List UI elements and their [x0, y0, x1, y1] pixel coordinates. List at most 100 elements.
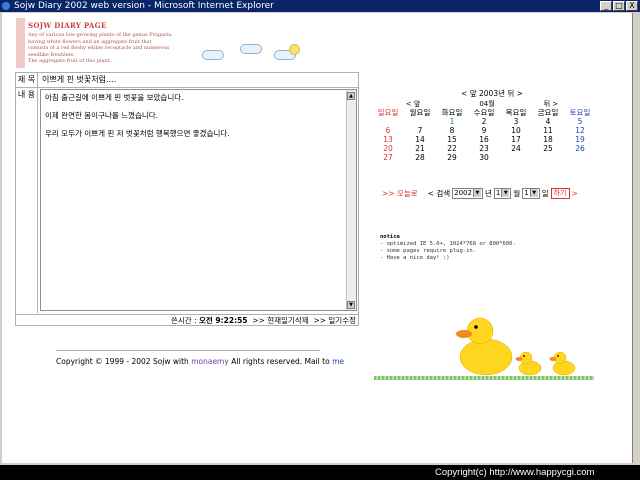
- diary-content-textarea[interactable]: 아침 출근길에 이쁘게 핀 벗꽃을 보았습니다. 이제 완연한 봄이구나를 느꼈…: [40, 89, 357, 311]
- author-link[interactable]: monaemy: [191, 357, 229, 366]
- window-scrollbar[interactable]: [632, 13, 638, 463]
- copyright-text: All rights reserved. Mail to: [231, 357, 330, 366]
- written-time: 오전 9:22:55: [199, 316, 248, 325]
- weekday-label: 일요일: [377, 108, 399, 117]
- calendar-week: 20 21 22 23 24 25 26: [372, 144, 600, 153]
- copyright-overlay: Copyright(c) http://www.happycgi.com: [435, 465, 640, 480]
- calendar-day[interactable]: 11: [532, 126, 564, 135]
- calendar-day[interactable]: 26: [564, 144, 596, 153]
- calendar-day[interactable]: 28: [404, 153, 436, 162]
- notice: notice - optimized IE 5.0+, 1024*768 or …: [380, 234, 516, 262]
- calendar-grid: 일요일 월요일 화요일 수요일 목요일 금요일 토요일 1 2 3 4 5 6 …: [372, 108, 600, 162]
- calendar-day[interactable]: 29: [436, 153, 468, 162]
- duck-icon: [456, 317, 576, 376]
- notice-title: notice: [380, 234, 400, 240]
- calendar-day[interactable]: 5: [564, 117, 596, 126]
- calendar-day[interactable]: 19: [564, 135, 596, 144]
- calendar-day[interactable]: 12: [564, 126, 596, 135]
- today-link[interactable]: >> 오늘로: [382, 188, 418, 199]
- month-select[interactable]: 1 ▼: [493, 188, 512, 199]
- calendar-day[interactable]: 6: [372, 126, 404, 135]
- calendar-day[interactable]: 17: [500, 135, 532, 144]
- calendar-day[interactable]: 3: [500, 117, 532, 126]
- calendar-day[interactable]: 13: [372, 135, 404, 144]
- calendar-day[interactable]: 20: [372, 144, 404, 153]
- calendar-day[interactable]: 21: [404, 144, 436, 153]
- written-time-label: 쓴시간 :: [170, 316, 197, 325]
- weekday-label: 토요일: [569, 108, 591, 117]
- calendar-day[interactable]: 4: [532, 117, 564, 126]
- calendar-day[interactable]: 27: [372, 153, 404, 162]
- minimize-button[interactable]: _: [600, 1, 612, 11]
- maximize-button[interactable]: □: [613, 1, 625, 11]
- weekday-label: 목요일: [505, 108, 527, 117]
- calendar-day[interactable]: 25: [532, 144, 564, 153]
- title-label: 제 목: [16, 73, 38, 87]
- weekday-label: 수요일: [473, 108, 495, 117]
- textarea-scrollbar[interactable]: ▲ ▼: [346, 90, 356, 310]
- mail-link[interactable]: me: [332, 357, 344, 366]
- calendar-day[interactable]: 15: [436, 135, 468, 144]
- weekday-label: 금요일: [537, 108, 559, 117]
- scroll-up-icon[interactable]: ▲: [347, 92, 355, 100]
- calendar-day[interactable]: 22: [436, 144, 468, 153]
- cloud-icon: [240, 44, 262, 54]
- banner-title: SOJW DIARY PAGE: [28, 21, 107, 30]
- ducks-illustration: [374, 313, 594, 383]
- day-select[interactable]: 1 ▼: [522, 188, 540, 199]
- calendar-day[interactable]: [404, 117, 436, 126]
- calendar-day[interactable]: [500, 153, 532, 162]
- calendar-week: 1 2 3 4 5: [372, 117, 600, 126]
- scroll-down-icon[interactable]: ▼: [347, 301, 355, 309]
- calendar-day[interactable]: 7: [404, 126, 436, 135]
- weekday-label: 월요일: [409, 108, 431, 117]
- calendar-day[interactable]: 16: [468, 135, 500, 144]
- go-button[interactable]: 하기: [550, 188, 570, 199]
- calendar-day[interactable]: 14: [404, 135, 436, 144]
- calendar-day[interactable]: [532, 153, 564, 162]
- calendar-day[interactable]: 24: [500, 144, 532, 153]
- calendar-day[interactable]: [372, 117, 404, 126]
- copyright: Copyright © 1999 - 2002 Sojw with monaem…: [56, 357, 344, 366]
- content-line: [45, 102, 356, 111]
- calendar-day[interactable]: 1: [436, 117, 468, 126]
- banner: SOJW DIARY PAGE Any of various low-growi…: [16, 18, 216, 73]
- banner-text: Any of various low-growing plants of the…: [28, 32, 173, 64]
- title-row: 제 목 이쁘게 핀 벗꽃처럼....: [16, 73, 358, 88]
- calendar-day[interactable]: 10: [500, 126, 532, 135]
- diary-entry: 제 목 이쁘게 핀 벗꽃처럼.... 내 용 아침 출근길에 이쁘게 핀 벗꽃을…: [15, 72, 359, 326]
- browser-window: Sojw Diary 2002 web version - Microsoft …: [0, 0, 640, 465]
- close-button[interactable]: X: [626, 1, 638, 11]
- copyright-text: Copyright © 1999 - 2002 Sojw with: [56, 357, 189, 366]
- year-select[interactable]: 2002 ▼: [452, 188, 483, 199]
- calendar-day[interactable]: [564, 153, 596, 162]
- delete-entry-link[interactable]: >> 현재일기삭제: [252, 316, 308, 325]
- notice-line: - some pages require plug-in.: [380, 248, 477, 254]
- notice-line: - Have a nice day! :): [380, 255, 450, 261]
- calendar-day[interactable]: 30: [468, 153, 500, 162]
- window-title: Sojw Diary 2002 web version - Microsoft …: [14, 1, 274, 11]
- title-bar: Sojw Diary 2002 web version - Microsoft …: [0, 0, 640, 12]
- date-search-bar: >> 오늘로 < 검색 2002 ▼ 년 1 ▼ 월 1 ▼ 일 하기 >: [382, 188, 578, 199]
- chevron-down-icon: ▼: [501, 189, 510, 197]
- page-content: SOJW DIARY PAGE Any of various low-growi…: [2, 13, 632, 463]
- ie-icon: [2, 2, 10, 10]
- content-line: 아침 출근길에 이쁘게 핀 벗꽃을 보았습니다.: [45, 93, 184, 102]
- calendar-day[interactable]: 23: [468, 144, 500, 153]
- year-nav[interactable]: < 앞 2003년 뒤 >: [442, 88, 542, 99]
- edit-entry-link[interactable]: >> 일기수정: [313, 316, 356, 325]
- calendar-week: 6 7 8 9 10 11 12: [372, 126, 600, 135]
- search-label: < 검색: [427, 189, 451, 198]
- grass-strip: [374, 376, 594, 380]
- weekday-header: 일요일 월요일 화요일 수요일 목요일 금요일 토요일: [372, 108, 600, 117]
- cloud-icon: [202, 50, 224, 60]
- calendar-day[interactable]: 18: [532, 135, 564, 144]
- content-label: 내 용: [16, 87, 38, 313]
- calendar-week: 27 28 29 30: [372, 153, 600, 162]
- calendar-day[interactable]: 8: [436, 126, 468, 135]
- calendar-day[interactable]: 2: [468, 117, 500, 126]
- go-arrow[interactable]: >: [572, 189, 578, 198]
- calendar-week: 13 14 15 16 17 18 19: [372, 135, 600, 144]
- calendar-day[interactable]: 9: [468, 126, 500, 135]
- notice-line: - optimized IE 5.0+, 1024*768 or 800*600…: [380, 241, 516, 247]
